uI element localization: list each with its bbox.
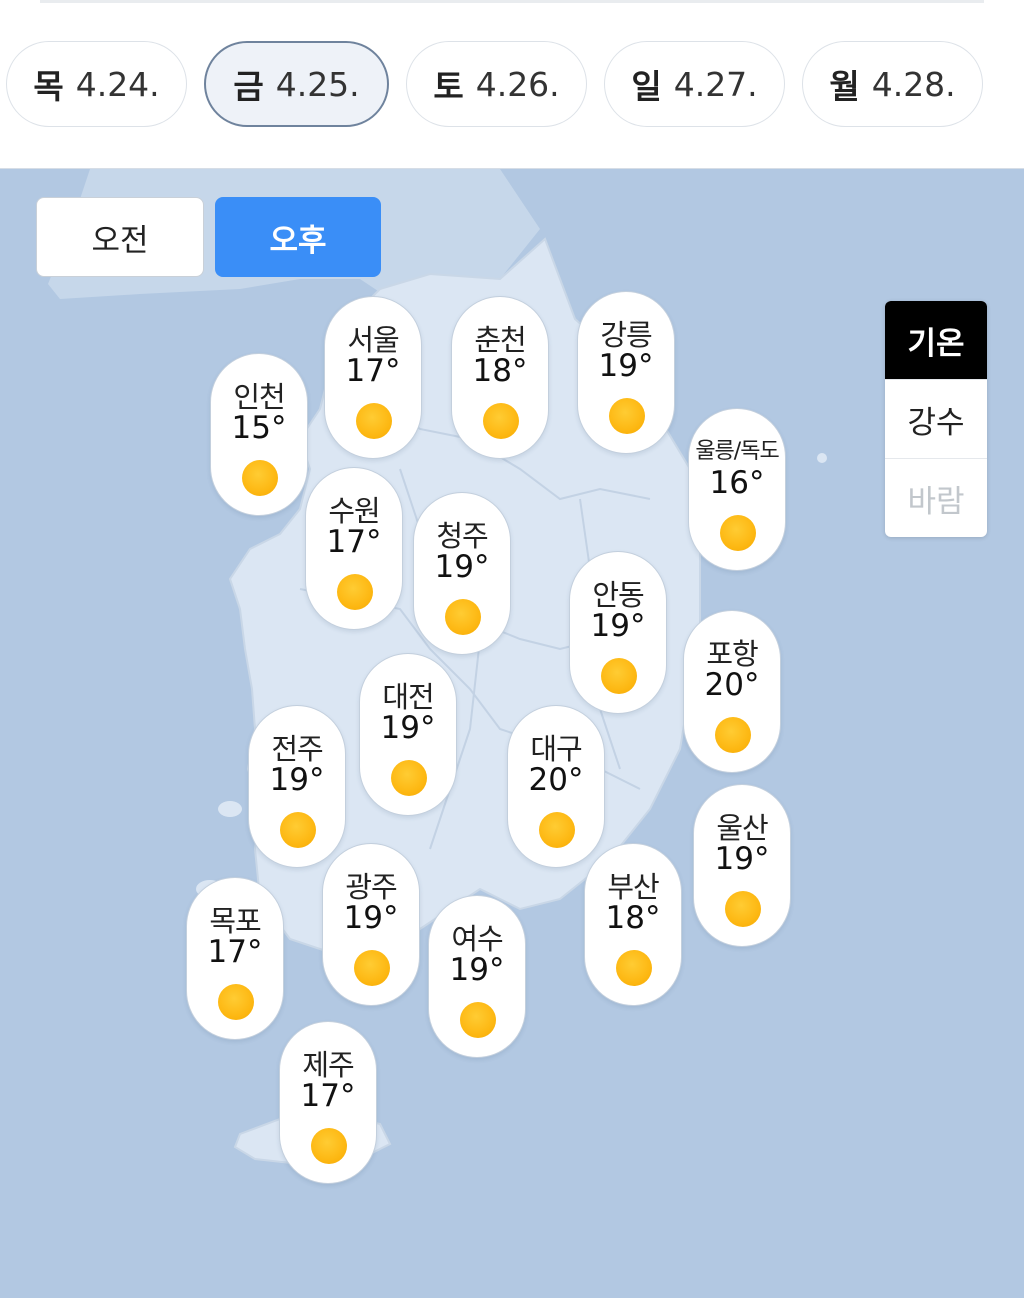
city-ulleung-dokdo[interactable]: 울릉/독도 16°	[688, 408, 786, 571]
date-tab-dow: 월	[829, 67, 860, 106]
city-jeonju[interactable]: 전주 19°	[248, 705, 346, 868]
city-temperature: 18°	[605, 900, 661, 936]
city-temperature: 16°	[709, 465, 765, 501]
city-temperature: 19°	[590, 608, 646, 644]
date-tab-dow: 금	[233, 67, 264, 106]
city-temperature: 19°	[434, 549, 490, 585]
date-tab-mon[interactable]: 월 4.28.	[802, 41, 983, 127]
city-gangneung[interactable]: 강릉 19°	[577, 291, 675, 454]
sun-icon	[460, 1002, 496, 1038]
city-pohang[interactable]: 포항 20°	[683, 610, 781, 773]
sun-icon	[356, 403, 392, 439]
sun-icon	[720, 515, 756, 551]
city-incheon[interactable]: 인천 15°	[210, 353, 308, 516]
city-temperature: 17°	[345, 353, 401, 389]
city-temperature: 20°	[704, 667, 760, 703]
sun-icon	[311, 1128, 347, 1164]
city-yeosu[interactable]: 여수 19°	[428, 895, 526, 1058]
date-tab-date: 4.24.	[75, 64, 160, 104]
city-andong[interactable]: 안동 19°	[569, 551, 667, 714]
city-temperature: 19°	[343, 900, 399, 936]
city-temperature: 17°	[300, 1078, 356, 1114]
city-seoul[interactable]: 서울 17°	[324, 296, 422, 459]
date-tab-date: 4.26.	[475, 64, 560, 104]
sun-icon	[337, 574, 373, 610]
city-temperature: 19°	[380, 710, 436, 746]
city-mokpo[interactable]: 목포 17°	[186, 877, 284, 1040]
city-jeju[interactable]: 제주 17°	[279, 1021, 377, 1184]
city-temperature: 19°	[269, 762, 325, 798]
sun-icon	[616, 950, 652, 986]
temperature-tab[interactable]: 기온	[885, 301, 987, 380]
weather-type-selector: 기온 강수 바람	[885, 301, 987, 537]
city-gwangju[interactable]: 광주 19°	[322, 843, 420, 1006]
city-temperature: 19°	[714, 841, 770, 877]
sun-icon	[601, 658, 637, 694]
date-tab-dow: 일	[631, 67, 662, 106]
am-button[interactable]: 오전	[36, 197, 204, 277]
date-tab-sat[interactable]: 토 4.26.	[406, 41, 587, 127]
city-ulsan[interactable]: 울산 19°	[693, 784, 791, 947]
sun-icon	[715, 717, 751, 753]
city-temperature: 20°	[528, 762, 584, 798]
pm-button[interactable]: 오후	[215, 197, 381, 277]
sun-icon	[354, 950, 390, 986]
sun-icon	[725, 891, 761, 927]
wind-tab[interactable]: 바람	[885, 459, 987, 537]
city-cheongju[interactable]: 청주 19°	[413, 492, 511, 655]
city-temperature: 19°	[449, 952, 505, 988]
sun-icon	[609, 398, 645, 434]
date-tab-fri[interactable]: 금 4.25.	[204, 41, 389, 127]
date-tab-thu[interactable]: 목 4.24.	[6, 41, 187, 127]
city-temperature: 15°	[231, 410, 287, 446]
sun-icon	[483, 403, 519, 439]
top-divider	[40, 0, 984, 3]
city-suwon[interactable]: 수원 17°	[305, 467, 403, 630]
date-tab-dow: 토	[433, 67, 464, 106]
sun-icon	[218, 984, 254, 1020]
date-tab-date: 4.25.	[275, 64, 360, 104]
city-chuncheon[interactable]: 춘천 18°	[451, 296, 549, 459]
date-tab-date: 4.27.	[673, 64, 758, 104]
city-temperature: 19°	[598, 348, 654, 384]
date-tab-sun[interactable]: 일 4.27.	[604, 41, 785, 127]
sun-icon	[280, 812, 316, 848]
city-daejeon[interactable]: 대전 19°	[359, 653, 457, 816]
sun-icon	[539, 812, 575, 848]
sun-icon	[445, 599, 481, 635]
date-tab-dow: 목	[33, 67, 64, 106]
sun-icon	[242, 460, 278, 496]
precipitation-tab[interactable]: 강수	[885, 380, 987, 459]
date-tab-date: 4.28.	[871, 64, 956, 104]
sun-icon	[391, 760, 427, 796]
city-daegu[interactable]: 대구 20°	[507, 705, 605, 868]
city-name: 울릉/독도	[695, 439, 779, 464]
city-temperature: 17°	[207, 934, 263, 970]
city-temperature: 17°	[326, 524, 382, 560]
date-selector-bar: 목 4.24. 금 4.25. 토 4.26. 일 4.27. 월 4.28.	[0, 0, 1024, 169]
city-temperature: 18°	[472, 353, 528, 389]
city-busan[interactable]: 부산 18°	[584, 843, 682, 1006]
